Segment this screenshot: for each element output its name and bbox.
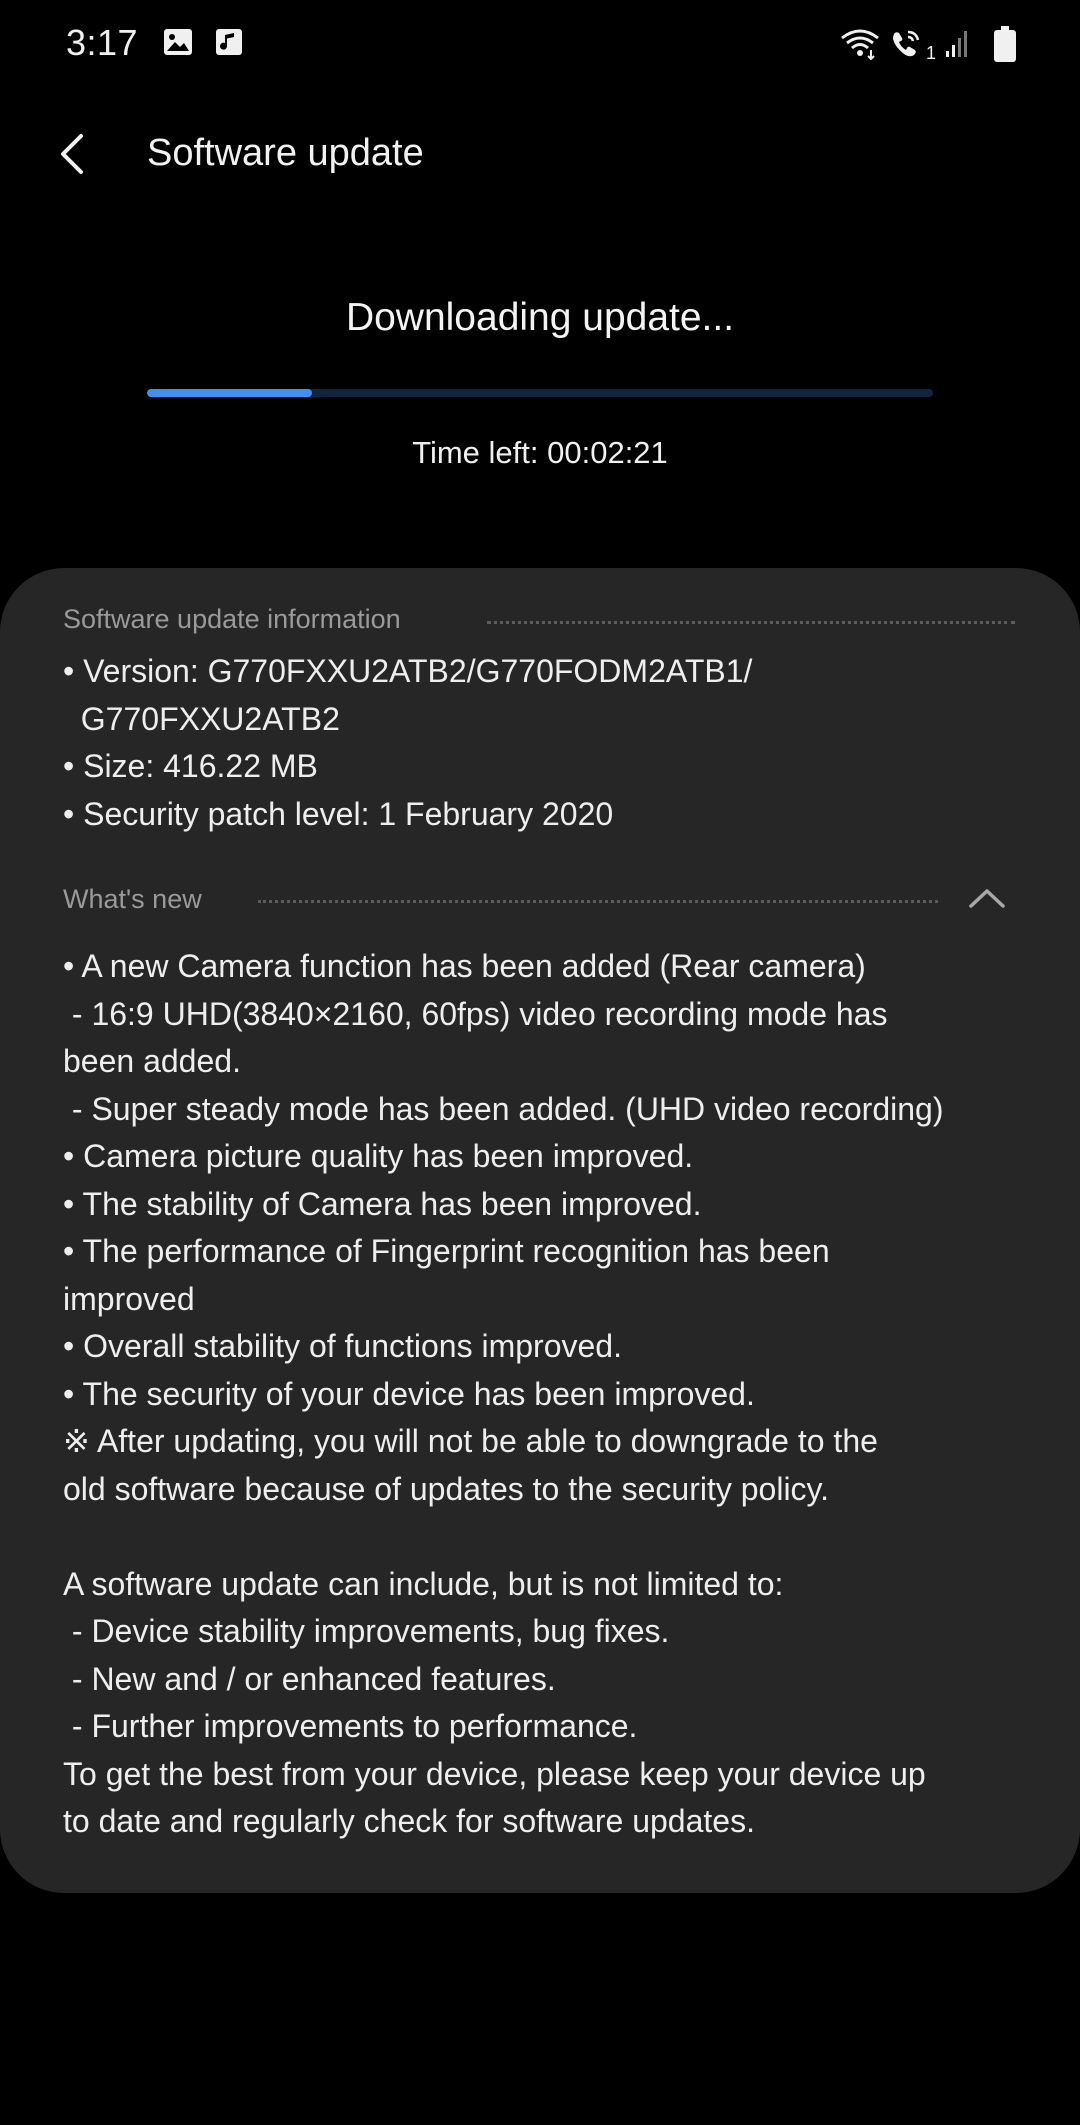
status-right-icons: 1: [840, 26, 1016, 67]
download-status: Downloading update...: [345, 296, 735, 339]
status-bar: 3:17 1: [0, 0, 1080, 92]
whats-new-line: - Device stability improvements, bug fix…: [63, 1613, 670, 1649]
app-header: Software update: [0, 120, 1080, 200]
info-line: G770FXXU2ATB2: [63, 700, 340, 737]
info-heading-divider: [487, 621, 1015, 624]
whats-new-text: • A new Camera function has been added (…: [63, 943, 1023, 1846]
whats-new-line: - Further improvements to performance.: [63, 1708, 638, 1744]
music-note-icon: [215, 28, 243, 61]
info-line: • Size: 416.22 MB: [63, 748, 318, 784]
chevron-left-icon: [57, 132, 87, 181]
whats-new-line: - Super steady mode has been added. (UHD…: [63, 1090, 944, 1127]
wifi-call-icon: [890, 28, 926, 65]
info-heading: Software update information: [63, 604, 401, 634]
whats-new-section-header: What's new: [63, 884, 202, 915]
whats-new-line: [63, 1513, 1023, 1561]
whats-new-line: • Camera picture quality has been improv…: [63, 1138, 694, 1174]
whats-new-line: old software because of updates to the s…: [63, 1470, 830, 1507]
whats-new-line: • The security of your device has been i…: [63, 1375, 755, 1412]
download-progress-bar: [147, 389, 933, 397]
whats-new-heading: What's new: [63, 884, 202, 914]
battery-icon: [994, 26, 1016, 67]
info-line: • Version: G770FXXU2ATB2/G770FODM2ATB1/: [63, 653, 753, 689]
info-list: • Version: G770FXXU2ATB2/G770FODM2ATB1/ …: [63, 648, 752, 838]
status-left-icons: [163, 28, 243, 61]
signal-icon: [946, 29, 970, 64]
whats-new-line: • A new Camera function has been added (…: [63, 948, 866, 984]
whats-new-collapse-button[interactable]: [960, 880, 1014, 920]
whats-new-line: been added.: [63, 1043, 241, 1079]
info-section-header: Software update information: [63, 604, 401, 635]
chevron-up-icon: [968, 886, 1006, 915]
whats-new-line: • The stability of Camera has been impro…: [63, 1185, 702, 1222]
back-button[interactable]: [40, 124, 104, 188]
whats-new-line: A software update can include, but is no…: [63, 1565, 784, 1602]
whats-new-line: ※ After updating, you will not be able t…: [63, 1423, 878, 1459]
download-progress-fill: [147, 389, 313, 397]
whats-new-line: - 16:9 UHD(3840×2160, 60fps) video recor…: [63, 995, 888, 1032]
whats-new-line: To get the best from your device, please…: [63, 1755, 926, 1792]
whats-new-divider: [258, 900, 938, 903]
whats-new-line: • The performance of Fingerprint recogni…: [63, 1233, 830, 1269]
whats-new-line: • Overall stability of functions improve…: [63, 1328, 622, 1364]
wifi-icon: [840, 28, 880, 65]
page-title: Software update: [147, 132, 424, 174]
time-left: Time left: 00:02:21: [412, 435, 668, 470]
whats-new-line: to date and regularly check for software…: [63, 1803, 755, 1839]
status-time: 3:17: [66, 22, 139, 63]
whats-new-line: - New and / or enhanced features.: [63, 1660, 556, 1697]
whats-new-line: improved: [63, 1280, 195, 1317]
info-line: • Security patch level: 1 February 2020: [63, 795, 614, 832]
gallery-icon: [163, 28, 193, 61]
sim-label: 1: [925, 43, 936, 63]
